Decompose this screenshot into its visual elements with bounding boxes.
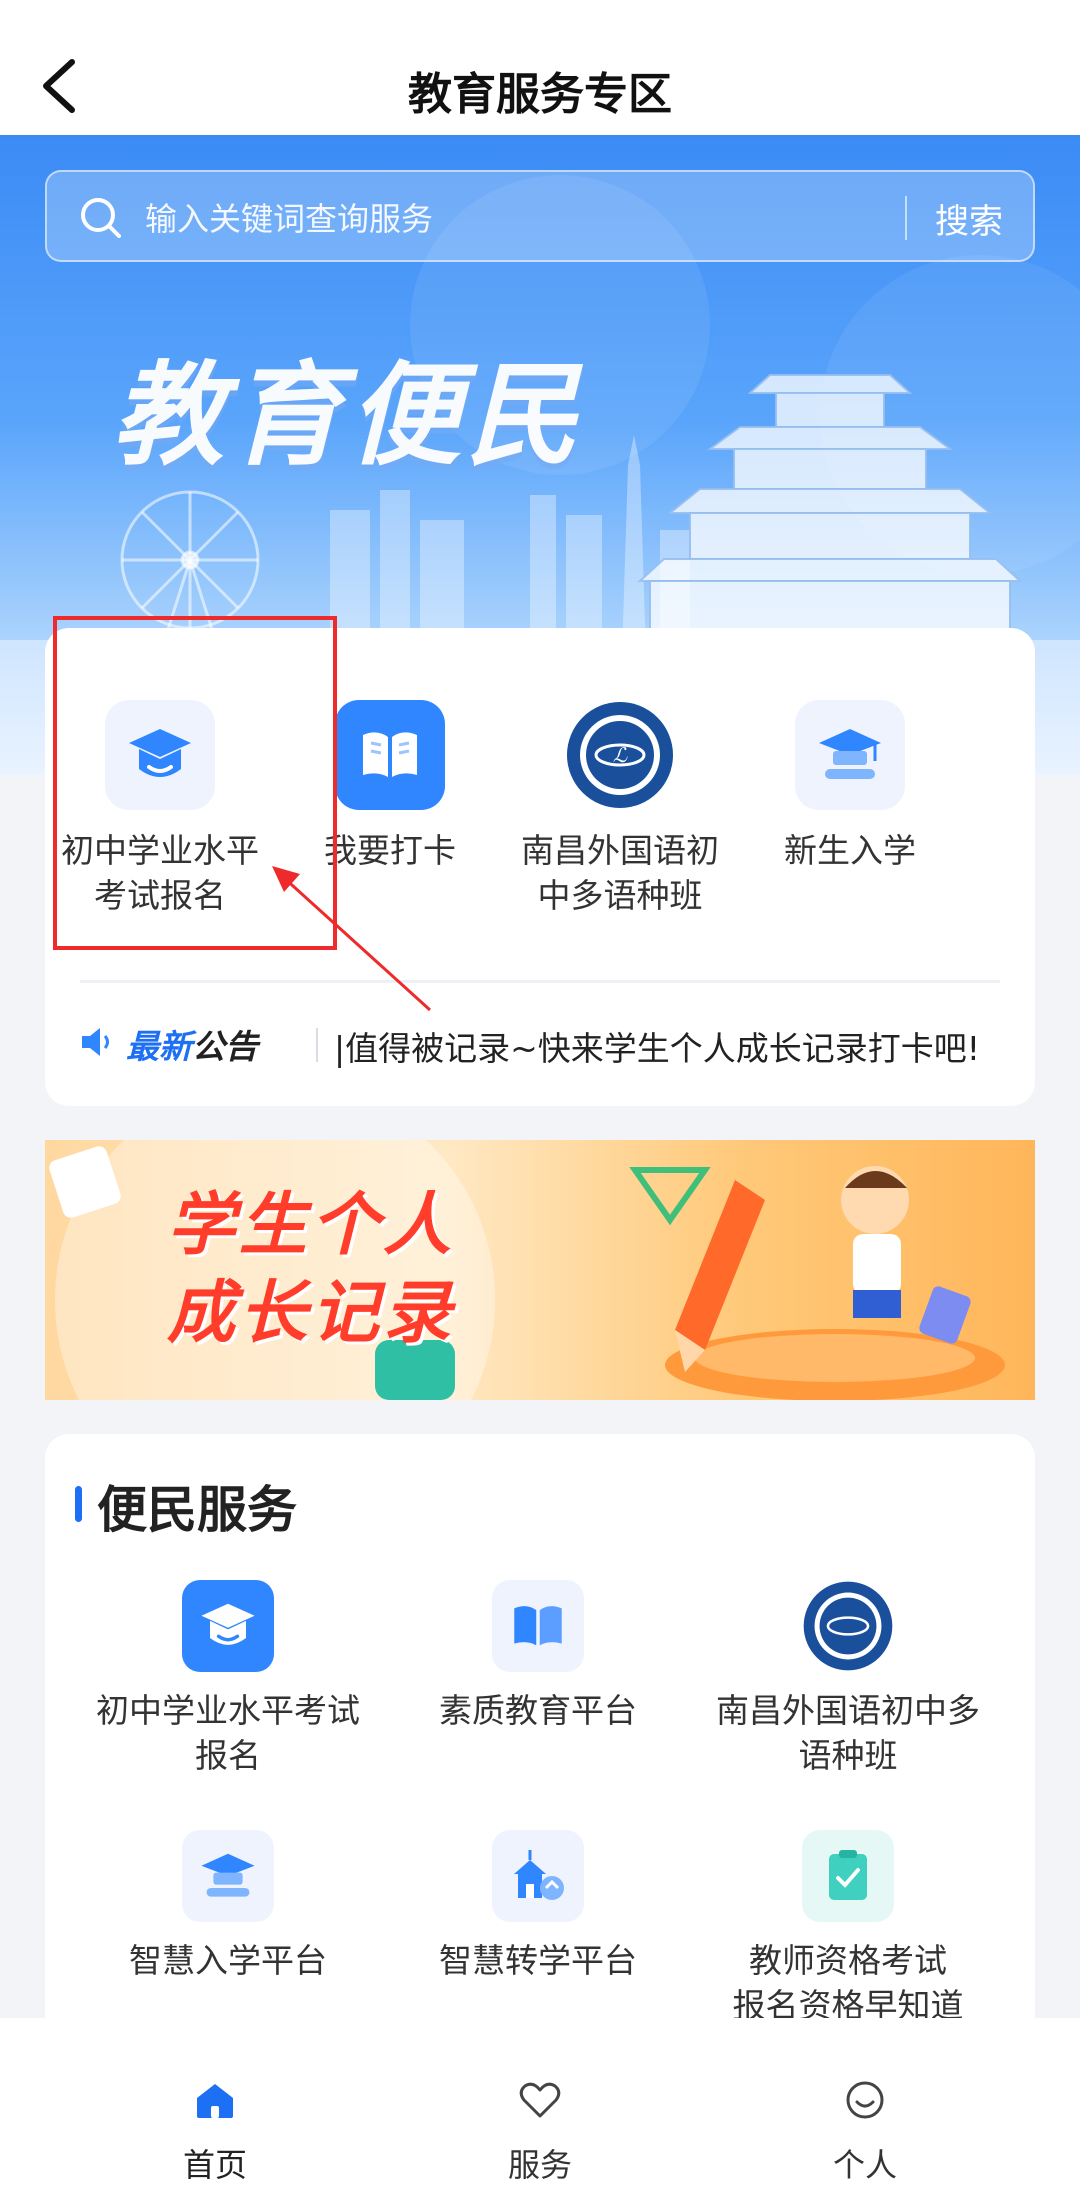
service-item-foreign-language-school[interactable]: 南昌外国语初中多 语种班 (693, 1580, 1003, 1778)
open-book-icon (335, 700, 445, 810)
service-item-smart-enrollment[interactable]: 智慧入学平台 (73, 1830, 383, 1983)
notice-tag-announcement: 公告 (192, 1027, 258, 1066)
growth-record-banner[interactable]: 学生个人 成长记录 (45, 1140, 1035, 1400)
section-accent-bar (75, 1486, 82, 1522)
notice-divider (316, 1028, 318, 1062)
speaker-icon (82, 1028, 109, 1056)
notice-text[interactable]: |值得被记录~快来学生个人成长记录打卡吧! (334, 1022, 980, 1070)
top-bar: 教育服务专区 (0, 0, 1080, 135)
service-item-label: 教师资格考试 报名资格早知道 (732, 1941, 964, 2025)
service-item-label: 智慧入学平台 (129, 1941, 327, 1980)
hero-title: 教育便民 (112, 351, 584, 481)
annotation-arrow (272, 866, 432, 1012)
search-icon (81, 198, 121, 238)
mortarboard-icon (795, 700, 905, 810)
tab-services-label: 服务 (507, 2146, 572, 2184)
quick-item-foreign-language-school[interactable]: ℒ 南昌外国语初 中多语种班 (505, 700, 735, 918)
notice-bar[interactable]: 最新公告 |值得被记录~快来学生个人成长记录打卡吧! (80, 1016, 1000, 1076)
service-item-label: 初中学业水平考试 报名 (96, 1691, 360, 1775)
service-item-exam-registration[interactable]: 初中学业水平考试 报名 (73, 1580, 383, 1778)
bottom-tab-bar: 首页 服务 个人 (0, 2018, 1080, 2188)
checklist-icon (802, 1830, 894, 1922)
banner-title: 学生个人 成长记录 (167, 1182, 455, 1358)
service-item-label: 南昌外国语初中多 语种班 (716, 1691, 980, 1775)
quick-item-label: 南昌外国语初 中多语种班 (521, 831, 719, 915)
heart-icon (519, 2082, 561, 2118)
tab-home-label: 首页 (182, 2146, 247, 2184)
banner-title-line2: 成长记录 (167, 1274, 456, 1353)
tab-profile-label: 个人 (832, 2146, 897, 2184)
quick-item-new-student-enrollment[interactable]: 新生入学 (735, 700, 965, 873)
notice-tag-new: 最新 (126, 1027, 192, 1066)
search-bar[interactable]: 输入关键词查询服务 搜索 (45, 170, 1035, 262)
service-item-smart-transfer[interactable]: 智慧转学平台 (383, 1830, 693, 1983)
service-item-label: 智慧转学平台 (439, 1941, 637, 1980)
banner-title-line1: 学生个人 (167, 1186, 456, 1265)
tab-home[interactable]: 首页 (135, 2078, 295, 2186)
smile-icon (846, 2081, 884, 2119)
divider (80, 980, 1000, 983)
search-divider (905, 196, 907, 240)
service-item-label: 素质教育平台 (439, 1691, 637, 1730)
open-book-icon (492, 1580, 584, 1672)
service-item-teacher-qualification[interactable]: 教师资格考试 报名资格早知道 (693, 1830, 1003, 2028)
page-title: 教育服务专区 (408, 69, 672, 120)
school-transfer-icon (492, 1830, 584, 1922)
tab-services[interactable]: 服务 (460, 2078, 620, 2186)
svg-text:ℒ: ℒ (613, 743, 628, 767)
school-logo-icon (802, 1580, 894, 1672)
school-logo-icon: ℒ (565, 700, 675, 810)
section-title: 便民服务 (97, 1481, 297, 1539)
home-icon (197, 2084, 233, 2118)
quick-item-label: 新生入学 (784, 831, 916, 870)
service-item-quality-education[interactable]: 素质教育平台 (383, 1580, 693, 1733)
tab-profile[interactable]: 个人 (785, 2078, 945, 2186)
convenience-services-card: 便民服务 初中学业水平考试 报名 素质教育平台 南昌外国语初中多 语种班 智慧入… (45, 1434, 1035, 2074)
search-button[interactable]: 搜索 (935, 194, 1003, 243)
notice-tag: 最新公告 (126, 1020, 258, 1068)
graduation-cap-icon (182, 1580, 274, 1672)
mortarboard-icon (182, 1830, 274, 1922)
search-input[interactable]: 输入关键词查询服务 (145, 194, 433, 240)
